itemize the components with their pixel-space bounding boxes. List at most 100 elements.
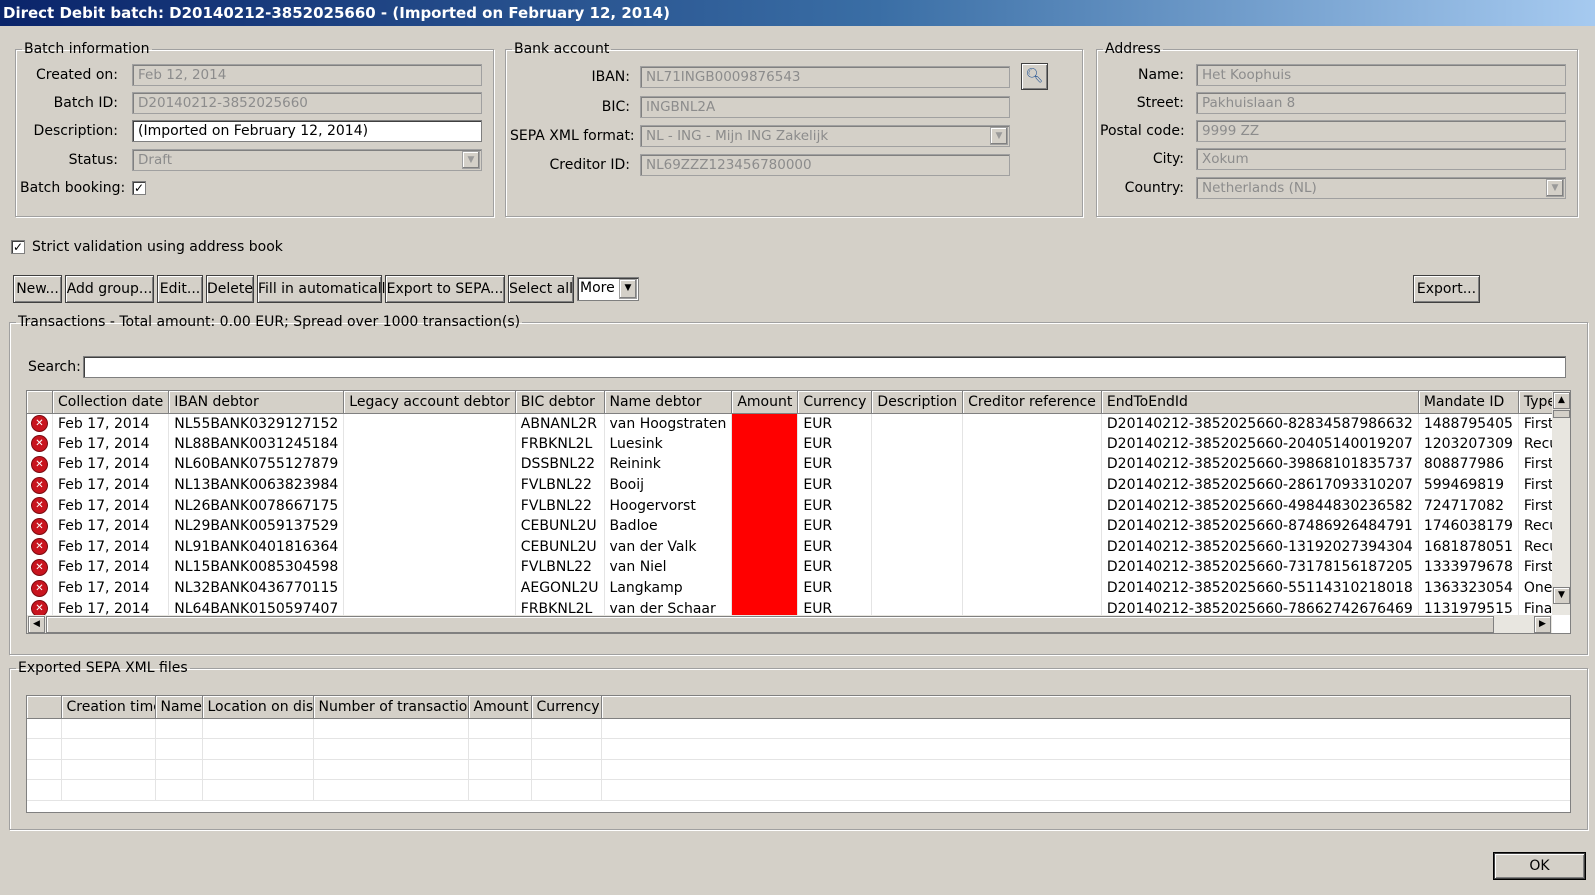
amount-cell xyxy=(731,474,799,496)
new-button[interactable]: New... xyxy=(13,275,62,303)
table-cell xyxy=(962,557,1102,578)
column-header[interactable]: Amount xyxy=(468,696,532,719)
scroll-left-icon[interactable]: ◀ xyxy=(28,616,45,633)
delete-button[interactable]: Delete xyxy=(206,275,254,303)
empty-row xyxy=(27,759,1570,781)
exported-files-table: Creation time Name Location on disk Number … xyxy=(26,695,1571,813)
column-header[interactable]: Collection date xyxy=(52,391,170,414)
vertical-scroll-thumb[interactable] xyxy=(1553,410,1570,418)
column-header[interactable]: Name xyxy=(155,696,203,719)
select-all-button[interactable]: Select all xyxy=(508,275,574,303)
table-row[interactable]: ✕ Feb 17, 2014 NL29BANK0059137529 CEBUNL2U B… xyxy=(27,515,1570,537)
status-select[interactable]: Draft ▼ xyxy=(132,149,482,171)
table-cell: 1746038179 xyxy=(1418,515,1519,537)
batch-booking-checkbox[interactable]: ✓ xyxy=(132,181,146,195)
horizontal-scroll-thumb[interactable] xyxy=(46,616,1494,633)
column-header[interactable]: Amount xyxy=(731,391,799,414)
fill-in-automatically-button[interactable]: Fill in automatically xyxy=(257,275,394,303)
table-row[interactable]: ✕ Feb 17, 2014 NL60BANK0755127879 DSSBNL22 R… xyxy=(27,454,1570,475)
column-header[interactable]: Currency xyxy=(531,696,602,719)
error-icon: ✕ xyxy=(32,539,47,555)
table-cell xyxy=(871,536,964,558)
table-cell xyxy=(468,779,532,801)
table-cell: 724717082 xyxy=(1418,495,1519,516)
chevron-down-icon[interactable]: ▼ xyxy=(462,151,480,169)
description-input[interactable]: (Imported on February 12, 2014) xyxy=(132,120,482,142)
column-header[interactable]: Legacy account debtor xyxy=(343,391,516,414)
country-label: Country: xyxy=(1124,180,1184,196)
iban-lookup-button[interactable]: 🔍︎ xyxy=(1021,63,1048,90)
country-select[interactable]: Netherlands (NL) ▼ xyxy=(1196,177,1566,199)
table-row[interactable]: ✕ Feb 17, 2014 NL13BANK0063823984 FVLBNL22 B… xyxy=(27,474,1570,496)
search-icon: 🔍︎ xyxy=(1025,68,1044,84)
city-label: City: xyxy=(1152,151,1184,167)
export-to-sepa-button[interactable]: Export to SEPA... xyxy=(385,275,505,303)
scroll-up-icon[interactable]: ▲ xyxy=(1553,392,1570,409)
column-header[interactable]: Number of transactions xyxy=(313,696,469,719)
column-header[interactable]: Location on disk xyxy=(202,696,314,719)
table-row[interactable]: ✕ Feb 17, 2014 NL91BANK0401816364 CEBUNL2U v… xyxy=(27,536,1570,558)
table-cell xyxy=(871,495,964,516)
transactions-legend: Transactions - Total amount: 0.00 EUR; S… xyxy=(18,314,521,330)
column-header[interactable]: Description xyxy=(871,391,964,414)
export-button[interactable]: Export... xyxy=(1413,275,1480,303)
table-row[interactable]: ✕ Feb 17, 2014 NL88BANK0031245184 FRBKNL2L L… xyxy=(27,433,1570,455)
iban-field: NL71INGB0009876543 xyxy=(640,66,1010,88)
table-cell xyxy=(202,759,314,781)
column-header[interactable]: Name debtor xyxy=(604,391,733,414)
more-select[interactable]: More ▼ xyxy=(577,277,639,301)
ok-button[interactable]: OK xyxy=(1494,853,1585,879)
scroll-down-icon[interactable]: ▼ xyxy=(1553,587,1570,604)
table-cell xyxy=(313,738,469,760)
iban-label: IBAN: xyxy=(591,69,631,85)
column-header-status[interactable] xyxy=(27,391,53,414)
column-header[interactable]: IBAN debtor xyxy=(168,391,345,414)
strict-validation-checkbox[interactable]: ✓ xyxy=(11,240,25,254)
table-cell: EUR xyxy=(797,474,873,496)
table-cell: NL15BANK0085304598 xyxy=(168,557,345,578)
search-input[interactable] xyxy=(83,356,1566,378)
bic-label: BIC: xyxy=(601,99,630,115)
error-icon: ✕ xyxy=(32,559,47,575)
table-cell: NL32BANK0436770115 xyxy=(168,577,345,599)
table-row[interactable]: ✕ Feb 17, 2014 NL32BANK0436770115 AEGONL2U L… xyxy=(27,577,1570,599)
column-header[interactable]: Mandate ID xyxy=(1418,391,1519,414)
amount-cell xyxy=(731,433,799,455)
horizontal-scrollbar[interactable]: ◀ ▶ xyxy=(27,615,1552,633)
add-group-button[interactable]: Add group... xyxy=(65,275,154,303)
table-row[interactable]: ✕ Feb 17, 2014 NL15BANK0085304598 FVLBNL22 v… xyxy=(27,557,1570,578)
sepa-format-select[interactable]: NL - ING - Mijn ING Zakelijk ▼ xyxy=(640,125,1010,147)
empty-row xyxy=(27,779,1570,801)
table-cell xyxy=(155,718,203,740)
chevron-down-icon[interactable]: ▼ xyxy=(619,279,637,299)
column-header[interactable]: Creation time xyxy=(61,696,156,719)
table-row[interactable]: ✕ Feb 17, 2014 NL55BANK0329127152 ABNANL2R v… xyxy=(27,413,1570,434)
table-row[interactable]: ✕ Feb 17, 2014 NL26BANK0078667175 FVLBNL22 H… xyxy=(27,495,1570,516)
table-cell: Feb 17, 2014 xyxy=(52,474,170,496)
table-cell: NL91BANK0401816364 xyxy=(168,536,345,558)
column-header[interactable]: BIC debtor xyxy=(515,391,605,414)
chevron-down-icon[interactable]: ▼ xyxy=(990,127,1008,145)
table-cell: FVLBNL22 xyxy=(515,557,605,578)
column-header[interactable]: EndToEndId xyxy=(1101,391,1419,414)
edit-button[interactable]: Edit... xyxy=(157,275,203,303)
chevron-down-icon[interactable]: ▼ xyxy=(1546,179,1564,197)
table-cell: 599469819 xyxy=(1418,474,1519,496)
error-icon: ✕ xyxy=(32,477,47,493)
scroll-right-icon[interactable]: ▶ xyxy=(1534,616,1551,633)
table-cell: D20140212-3852025660-20405140019207 xyxy=(1101,433,1419,455)
vertical-scrollbar[interactable]: ▲ ▼ xyxy=(1552,391,1570,615)
table-cell xyxy=(202,718,314,740)
table-cell xyxy=(202,738,314,760)
error-icon: ✕ xyxy=(32,498,47,514)
table-cell xyxy=(61,759,156,781)
table-cell xyxy=(61,779,156,801)
error-icon: ✕ xyxy=(32,601,47,617)
column-header[interactable]: Currency xyxy=(797,391,873,414)
column-header[interactable] xyxy=(27,696,62,719)
created-on-label: Created on: xyxy=(35,67,118,83)
column-header[interactable]: Creditor reference xyxy=(962,391,1102,414)
row-status-cell: ✕ xyxy=(27,474,53,496)
table-cell xyxy=(601,738,1570,760)
table-cell: 808877986 xyxy=(1418,454,1519,475)
